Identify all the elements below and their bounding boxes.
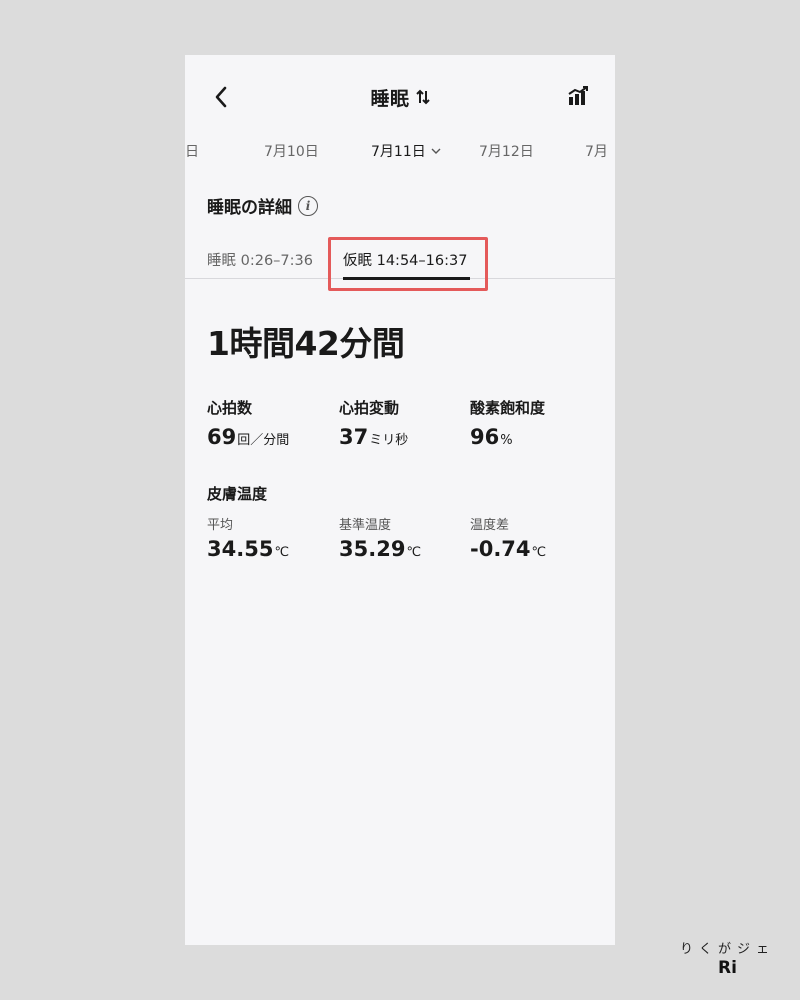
- skin-avg-label: 平均: [207, 518, 234, 533]
- date-7-10[interactable]: 7月10日: [264, 141, 319, 161]
- bar-chart-icon: [568, 86, 588, 105]
- spo2-label: 酸素飽和度: [470, 399, 546, 417]
- skin-avg-unit: ℃: [274, 545, 290, 560]
- chart-button[interactable]: [565, 83, 591, 109]
- app-screen: 睡眠 日 7月10日 7月11日 7月12日 7月 睡眠の詳細 i 睡眠 0:2…: [185, 55, 615, 945]
- highlight-annotation: [328, 237, 488, 291]
- swap-vertical-icon[interactable]: [415, 89, 430, 105]
- heart-rate-number: 69: [207, 425, 237, 449]
- hrv-unit: ミリ秒: [369, 433, 409, 448]
- skin-temp-title: 皮膚温度: [207, 485, 268, 503]
- skin-baseline-unit: ℃: [406, 545, 422, 560]
- skin-baseline-label: 基準温度: [339, 518, 392, 533]
- spo2-number: 96: [470, 425, 500, 449]
- spo2-unit: %: [500, 433, 513, 448]
- header: 睡眠: [185, 55, 615, 135]
- date-current[interactable]: 7月11日: [371, 141, 441, 161]
- skin-diff-number: -0.74: [470, 537, 531, 561]
- section-title: 睡眠の詳細 i: [207, 193, 318, 218]
- heart-rate-value: 69回／分間: [207, 425, 289, 449]
- heart-rate-unit: 回／分間: [237, 433, 290, 448]
- skin-avg-number: 34.55: [207, 537, 274, 561]
- skin-avg-value: 34.55℃: [207, 537, 289, 561]
- skin-diff-value: -0.74℃: [470, 537, 546, 561]
- date-current-label: 7月11日: [371, 144, 426, 160]
- hrv-number: 37: [339, 425, 369, 449]
- date-next-partial[interactable]: 7月: [585, 141, 608, 161]
- skin-baseline-number: 35.29: [339, 537, 406, 561]
- skin-diff-label: 温度差: [470, 518, 510, 533]
- page-title: 睡眠: [370, 87, 410, 110]
- section-title-text: 睡眠の詳細: [207, 198, 292, 218]
- date-prev-partial[interactable]: 日: [185, 141, 199, 161]
- spo2-value: 96%: [470, 425, 513, 449]
- date-7-12[interactable]: 7月12日: [479, 141, 534, 161]
- title-group: 睡眠: [185, 83, 615, 111]
- chevron-down-icon: [431, 142, 441, 158]
- heart-rate-label: 心拍数: [207, 399, 253, 417]
- hrv-label: 心拍変動: [339, 399, 400, 417]
- tab-sleep[interactable]: 睡眠 0:26–7:36: [207, 249, 313, 270]
- hrv-value: 37ミリ秒: [339, 425, 408, 449]
- watermark-logo: Ri: [718, 958, 737, 978]
- watermark-text: りくがジェ: [680, 942, 776, 957]
- skin-baseline-value: 35.29℃: [339, 537, 421, 561]
- info-icon[interactable]: i: [298, 195, 318, 216]
- date-selector: 日 7月10日 7月11日 7月12日 7月: [185, 135, 615, 165]
- skin-diff-unit: ℃: [531, 545, 547, 560]
- sleep-duration: 1時間42分間: [207, 324, 405, 363]
